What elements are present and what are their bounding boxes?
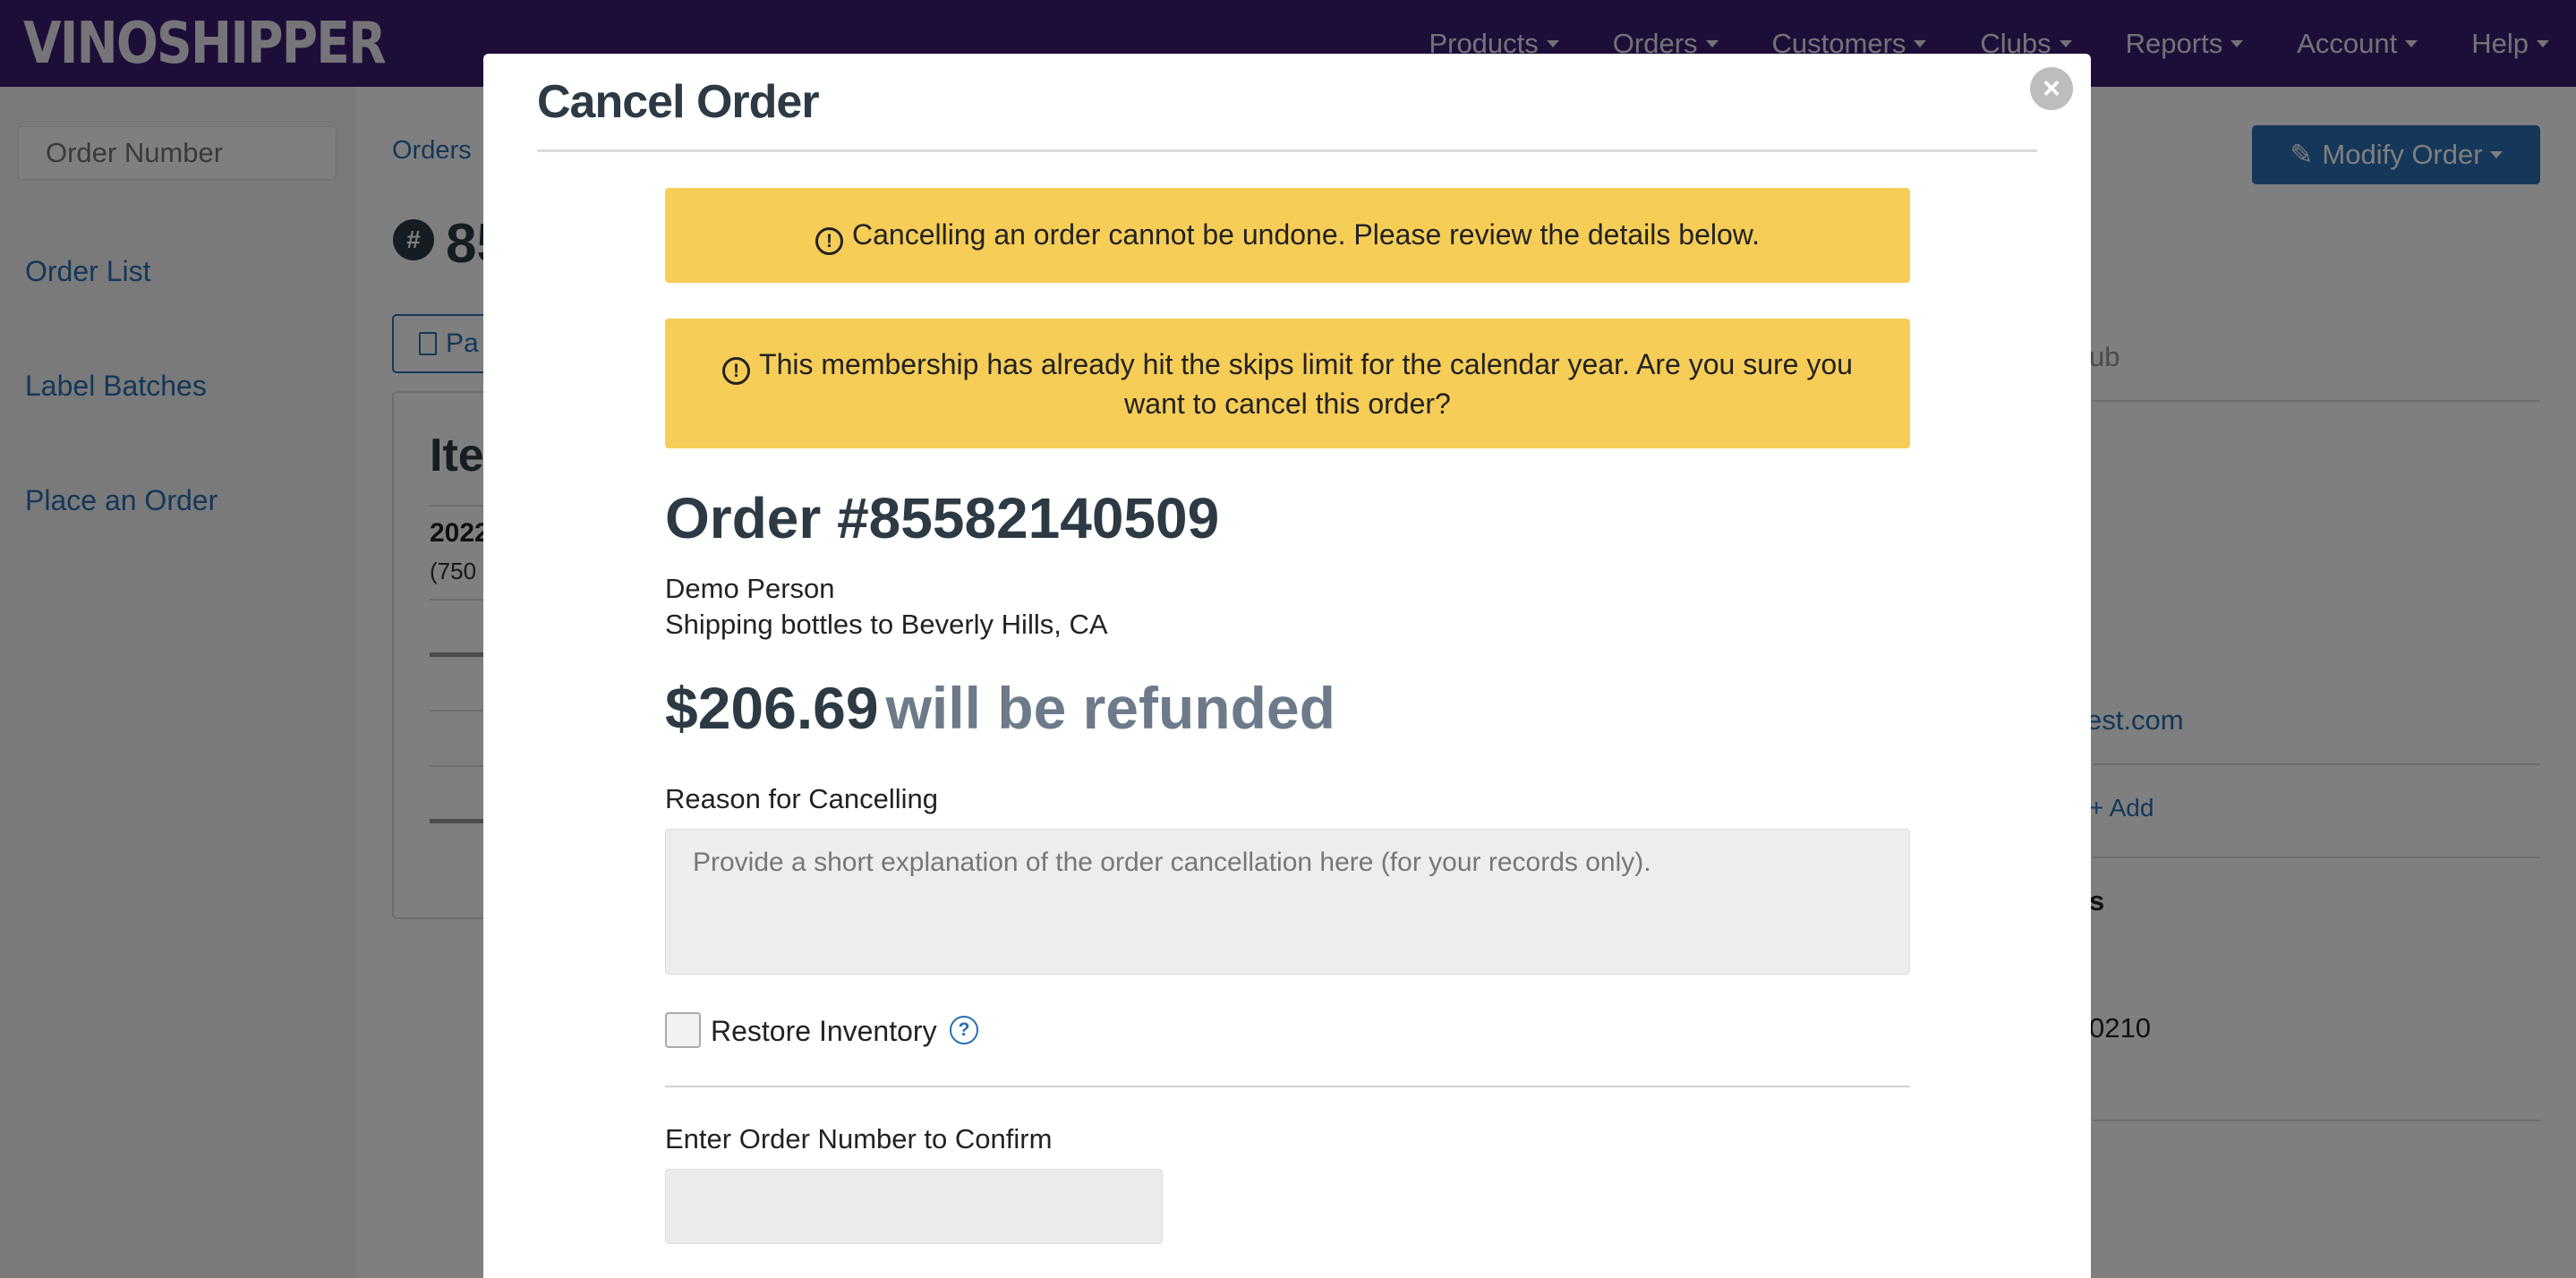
exclamation-circle-icon: ! xyxy=(815,227,843,255)
modal-title: Cancel Order xyxy=(537,76,820,128)
warning-alert-skips-limit: ! This membership has already hit the ski… xyxy=(665,319,1910,448)
confirm-label: Enter Order Number to Confirm xyxy=(665,1123,1053,1154)
modal-header-divider xyxy=(537,149,2037,152)
refund-text: will be refunded xyxy=(885,675,1335,741)
warning-alert-text: This membership has already hit the skip… xyxy=(759,347,1853,420)
cancel-order-modal: Cancel Order × ! Cancelling an order cann… xyxy=(483,54,2091,1278)
shipping-destination: Shipping bottles to Beverly Hills, CA xyxy=(665,609,1108,640)
restore-inventory-label[interactable]: Restore Inventory xyxy=(711,1015,937,1048)
reason-textarea[interactable] xyxy=(665,829,1910,975)
reason-label: Reason for Cancelling xyxy=(665,783,939,814)
refund-amount: $206.69 xyxy=(665,675,879,741)
warning-alert-text-container: ! Cancelling an order cannot be undone. P… xyxy=(815,216,1760,255)
warning-alert-text-container: ! This membership has already hit the ski… xyxy=(701,345,1874,422)
warning-alert-text: Cancelling an order cannot be undone. Pl… xyxy=(852,218,1760,251)
restore-inventory-checkbox[interactable] xyxy=(665,1012,701,1048)
confirm-order-number-input[interactable] xyxy=(665,1169,1163,1244)
customer-name: Demo Person xyxy=(665,573,835,604)
section-divider xyxy=(665,1086,1910,1087)
order-number-heading: Order #85582140509 xyxy=(665,486,1220,550)
question-circle-icon[interactable]: ? xyxy=(950,1016,978,1044)
warning-alert-irreversible: ! Cancelling an order cannot be undone. P… xyxy=(665,188,1910,283)
refund-summary: $206.69 will be refunded xyxy=(665,674,1335,742)
exclamation-circle-icon: ! xyxy=(722,356,751,385)
close-icon[interactable]: × xyxy=(2030,67,2073,110)
